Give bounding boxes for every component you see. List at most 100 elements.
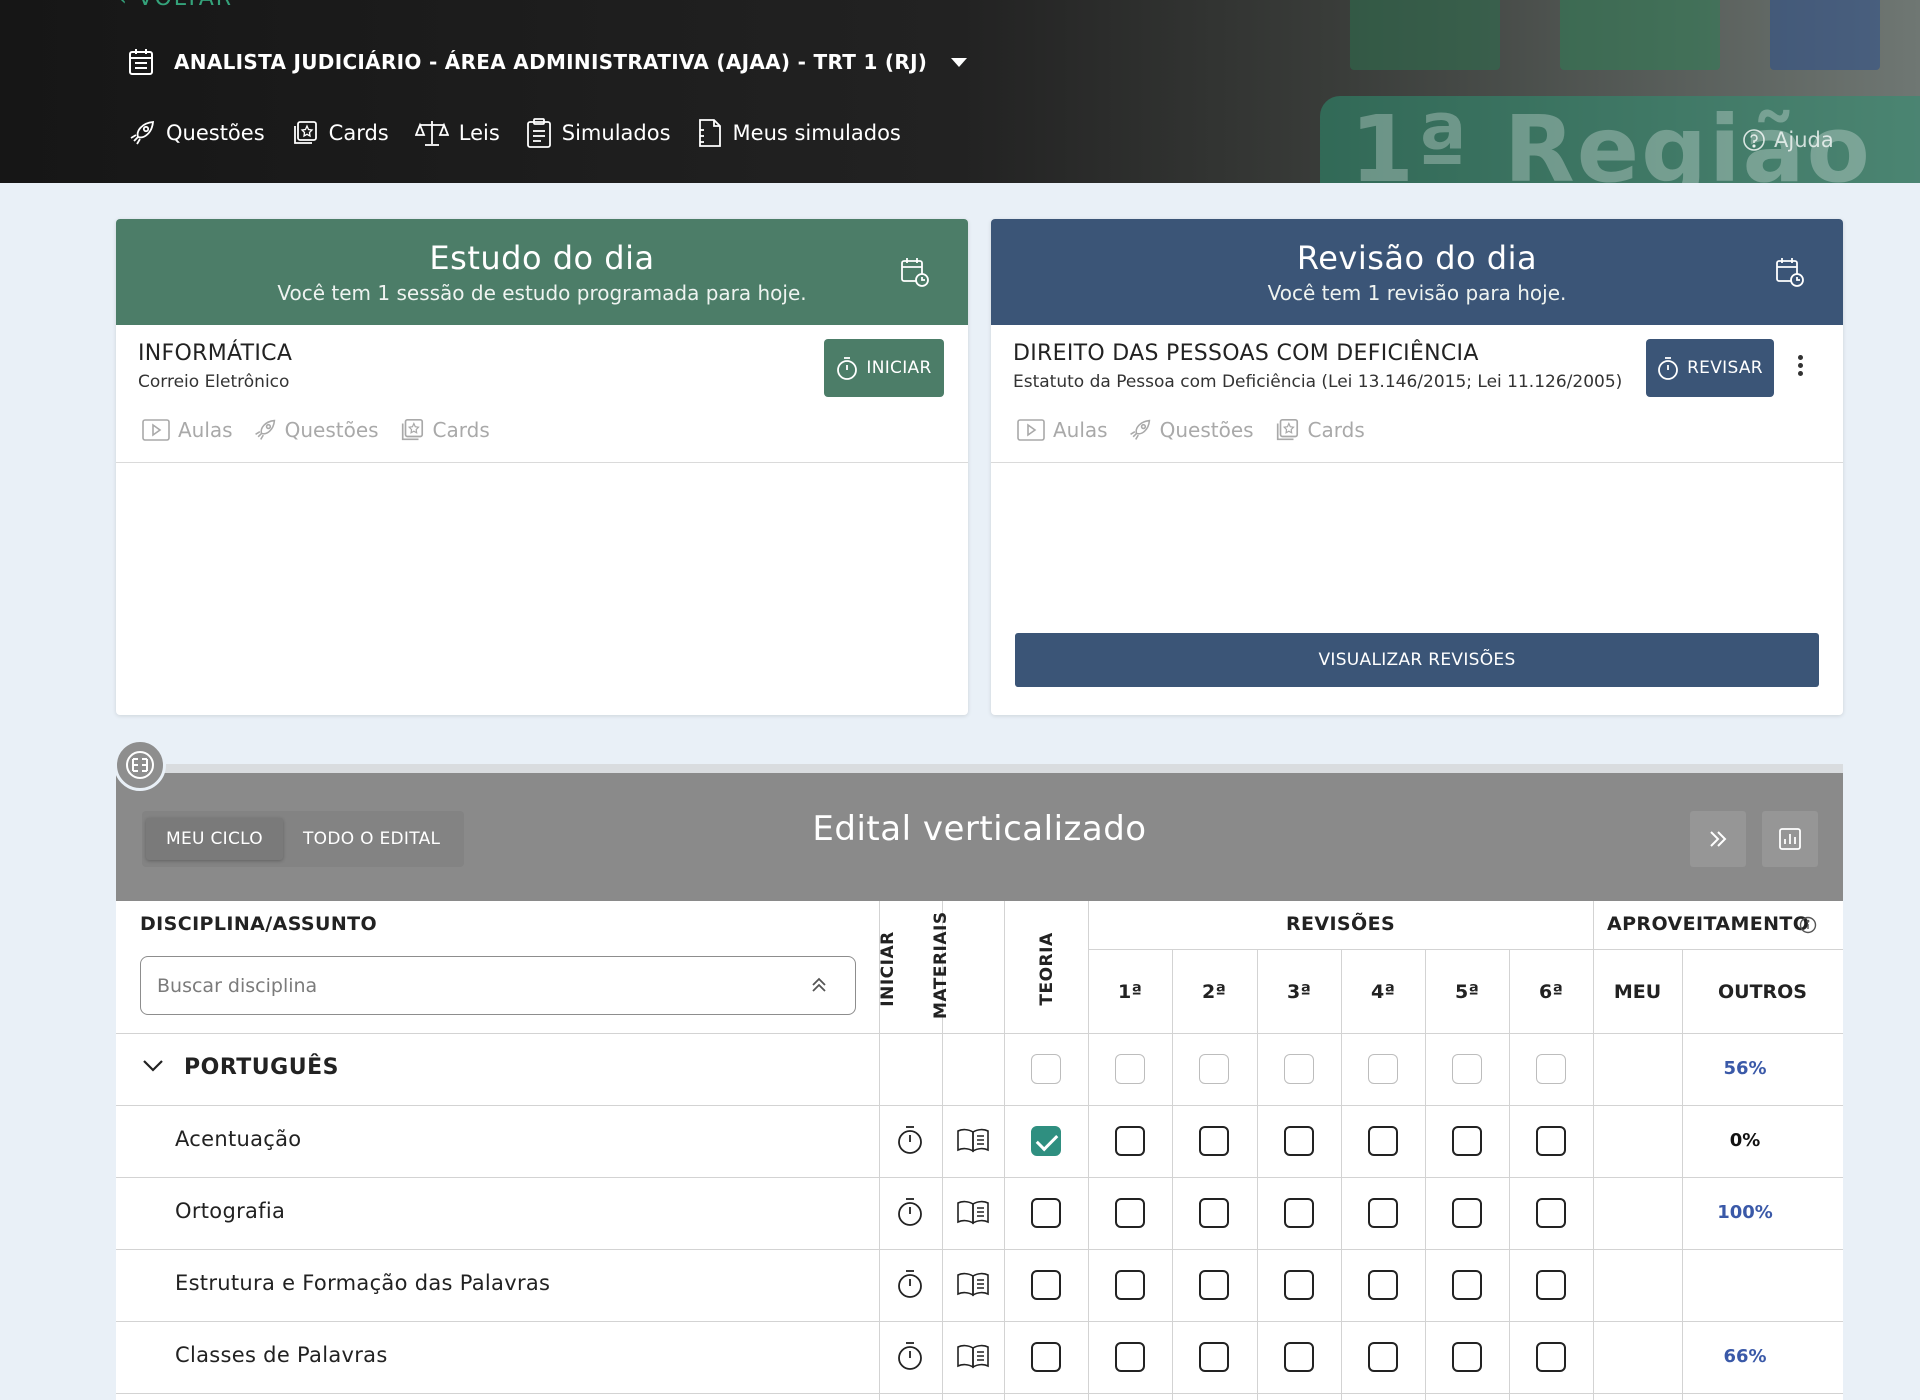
outros-percent: 66% bbox=[1723, 1346, 1767, 1367]
nav-cards[interactable]: Cards bbox=[291, 119, 389, 147]
more-options-icon[interactable] bbox=[1798, 355, 1804, 379]
rev3-checkbox[interactable] bbox=[1284, 1198, 1314, 1228]
rev6-checkbox[interactable] bbox=[1536, 1054, 1566, 1084]
rev4-checkbox[interactable] bbox=[1368, 1270, 1398, 1300]
revisao-header: Revisão do dia Você tem 1 revisão para h… bbox=[991, 219, 1843, 325]
rev-2: 2ª bbox=[1202, 981, 1226, 1003]
topic-name[interactable]: Acentuação bbox=[175, 1127, 301, 1151]
rev6-checkbox[interactable] bbox=[1536, 1126, 1566, 1156]
open-book-icon[interactable] bbox=[956, 1343, 990, 1369]
link-questoes[interactable]: Questões bbox=[253, 418, 379, 442]
double-chevron-right-icon bbox=[1710, 831, 1727, 847]
estudo-header: Estudo do dia Você tem 1 sessão de estud… bbox=[116, 219, 968, 325]
open-book-icon[interactable] bbox=[956, 1127, 990, 1153]
timer-icon[interactable] bbox=[897, 1341, 923, 1371]
nav-meus-simulados[interactable]: Meus simulados bbox=[697, 118, 901, 148]
top-header: 1ª Região ‹ VOLTAR ANALISTA JUDICIÁRIO -… bbox=[0, 0, 1920, 183]
calendar-clock-icon[interactable] bbox=[1775, 257, 1805, 287]
rev5-checkbox[interactable] bbox=[1452, 1342, 1482, 1372]
link-aulas[interactable]: Aulas bbox=[142, 418, 233, 442]
course-title: ANALISTA JUDICIÁRIO - ÁREA ADMINISTRATIV… bbox=[174, 50, 928, 74]
rev5-checkbox[interactable] bbox=[1452, 1054, 1482, 1084]
rev6-checkbox[interactable] bbox=[1536, 1342, 1566, 1372]
rev1-checkbox[interactable] bbox=[1115, 1126, 1145, 1156]
cards-icon bbox=[1276, 418, 1298, 441]
revisar-button[interactable]: REVISAR bbox=[1646, 339, 1774, 397]
rev1-checkbox[interactable] bbox=[1115, 1198, 1145, 1228]
rev4-checkbox[interactable] bbox=[1368, 1198, 1398, 1228]
calendar-clock-icon[interactable] bbox=[900, 257, 930, 287]
rev6-checkbox[interactable] bbox=[1536, 1198, 1566, 1228]
chevron-up-double-icon[interactable] bbox=[810, 975, 828, 995]
rev2-checkbox[interactable] bbox=[1199, 1054, 1229, 1084]
table-row: Ortografia 100% bbox=[116, 1177, 1843, 1249]
teoria-checkbox[interactable] bbox=[1031, 1126, 1061, 1156]
rev2-checkbox[interactable] bbox=[1199, 1342, 1229, 1372]
rev2-checkbox[interactable] bbox=[1199, 1270, 1229, 1300]
rev1-checkbox[interactable] bbox=[1115, 1270, 1145, 1300]
table-row: Estrutura e Formação das Palavras bbox=[116, 1249, 1843, 1321]
estudo-subtopic: Correio Eletrônico bbox=[138, 372, 290, 392]
rev4-checkbox[interactable] bbox=[1368, 1054, 1398, 1084]
topic-name[interactable]: Ortografia bbox=[175, 1199, 285, 1223]
help-link[interactable]: Ajuda bbox=[1742, 128, 1834, 152]
expand-button[interactable] bbox=[1690, 811, 1746, 867]
link-cards[interactable]: Cards bbox=[399, 417, 490, 443]
rev1-checkbox[interactable] bbox=[1115, 1342, 1145, 1372]
rev3-checkbox[interactable] bbox=[1284, 1126, 1314, 1156]
rev3-checkbox[interactable] bbox=[1284, 1270, 1314, 1300]
estudo-subtitle: Você tem 1 sessão de estudo programada p… bbox=[277, 281, 807, 305]
outros-percent: 56% bbox=[1723, 1058, 1767, 1079]
rev2-checkbox[interactable] bbox=[1199, 1198, 1229, 1228]
open-book-icon[interactable] bbox=[956, 1271, 990, 1297]
rev-1: 1ª bbox=[1118, 981, 1142, 1003]
open-book-icon[interactable] bbox=[956, 1199, 990, 1225]
topic-name[interactable]: Classes de Palavras bbox=[175, 1343, 388, 1367]
course-selector[interactable]: ANALISTA JUDICIÁRIO - ÁREA ADMINISTRATIV… bbox=[128, 48, 968, 76]
link-questoes[interactable]: Questões bbox=[1128, 418, 1254, 442]
nav-simulados[interactable]: Simulados bbox=[526, 118, 671, 148]
chevron-down-icon[interactable] bbox=[142, 1059, 164, 1073]
cards-icon bbox=[293, 121, 317, 144]
discipline-name[interactable]: PORTUGUÊS bbox=[184, 1055, 339, 1080]
rev3-checkbox[interactable] bbox=[1284, 1054, 1314, 1084]
edital-header: MEU CICLO TODO O EDITAL Edital verticali… bbox=[116, 764, 1843, 901]
rev3-checkbox[interactable] bbox=[1284, 1342, 1314, 1372]
rocket-icon bbox=[1129, 419, 1150, 440]
col-materiais: MATERIAIS bbox=[931, 911, 951, 1019]
stats-button[interactable] bbox=[1762, 811, 1818, 867]
rev1-checkbox[interactable] bbox=[1115, 1054, 1145, 1084]
rev2-checkbox[interactable] bbox=[1199, 1126, 1229, 1156]
link-cards[interactable]: Cards bbox=[1274, 417, 1365, 443]
rev5-checkbox[interactable] bbox=[1452, 1126, 1482, 1156]
rev5-checkbox[interactable] bbox=[1452, 1198, 1482, 1228]
teoria-checkbox[interactable] bbox=[1031, 1198, 1061, 1228]
revisao-subtitle: Você tem 1 revisão para hoje. bbox=[1267, 281, 1567, 305]
teoria-checkbox[interactable] bbox=[1031, 1342, 1061, 1372]
timer-icon[interactable] bbox=[897, 1197, 923, 1227]
teoria-checkbox[interactable] bbox=[1031, 1270, 1061, 1300]
teoria-checkbox[interactable] bbox=[1031, 1054, 1061, 1084]
col-outros: OUTROS bbox=[1717, 981, 1807, 1003]
info-icon[interactable] bbox=[1799, 916, 1817, 934]
visualizar-revisoes-button[interactable]: VISUALIZAR REVISÕES bbox=[1015, 633, 1819, 687]
nav-leis[interactable]: Leis bbox=[414, 119, 500, 147]
link-aulas[interactable]: Aulas bbox=[1017, 418, 1108, 442]
nav-questoes[interactable]: Questões bbox=[128, 119, 265, 147]
timer-icon[interactable] bbox=[897, 1269, 923, 1299]
rev4-checkbox[interactable] bbox=[1368, 1342, 1398, 1372]
chevron-down-icon[interactable] bbox=[951, 57, 968, 67]
iniciar-button[interactable]: INICIAR bbox=[824, 339, 944, 397]
search-input[interactable] bbox=[140, 956, 856, 1015]
help-icon bbox=[1743, 129, 1765, 151]
rev6-checkbox[interactable] bbox=[1536, 1270, 1566, 1300]
edital-title: Edital verticalizado bbox=[812, 809, 1147, 849]
rev4-checkbox[interactable] bbox=[1368, 1126, 1398, 1156]
rev-4: 4ª bbox=[1371, 981, 1395, 1003]
timer-icon[interactable] bbox=[897, 1125, 923, 1155]
col-teoria: TEORIA bbox=[1037, 932, 1057, 1006]
back-link[interactable]: ‹ VOLTAR bbox=[118, 0, 233, 11]
topic-name[interactable]: Estrutura e Formação das Palavras bbox=[175, 1271, 550, 1295]
rev5-checkbox[interactable] bbox=[1452, 1270, 1482, 1300]
table-row-portugues: PORTUGUÊS 56% bbox=[116, 1033, 1843, 1105]
